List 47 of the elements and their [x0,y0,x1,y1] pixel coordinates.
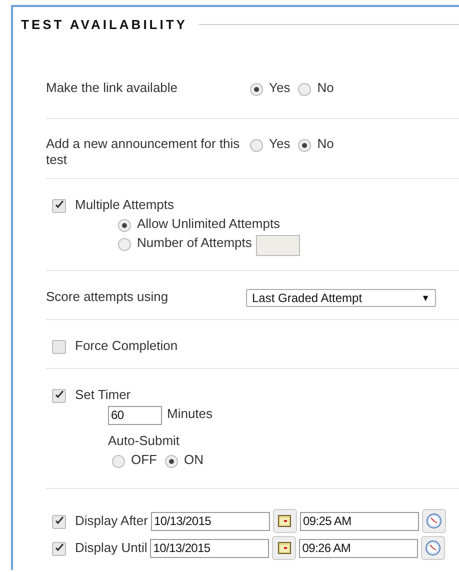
dropdown[interactable]: Last Graded Attempt ▼ [246,289,436,307]
calendar-button[interactable] [272,509,297,533]
option-label: Number of Attempts [137,235,252,251]
radio-button[interactable] [250,139,263,152]
time-field[interactable]: 09:26 AM [299,538,418,558]
time-field[interactable]: 09:25 AM [300,512,419,530]
auto-submit-label: Auto-Submit [108,433,181,449]
option-label: Yes [269,136,290,152]
option-label: No [317,80,334,96]
section-title: TEST AVAILABILITY [21,17,188,32]
field-label: Set Timer [75,387,131,403]
option-label: ON [184,452,204,468]
checkbox[interactable] [52,389,66,403]
calendar-icon [278,515,292,527]
option-label: No [317,136,334,152]
date-field[interactable]: 10/13/2015 [150,512,270,530]
clock-icon [425,540,442,556]
minutes-field[interactable]: 60 [108,406,162,425]
checkbox[interactable] [52,340,66,354]
calendar-button[interactable] [272,536,296,560]
clock-icon [426,513,442,529]
field-label: Display After [75,513,148,529]
checkbox[interactable] [52,515,66,529]
field-label: Make the link available [46,80,179,96]
date-field[interactable]: 10/13/2015 [150,538,270,558]
number-field[interactable] [256,235,300,256]
radio-button[interactable] [165,455,178,468]
radio-button[interactable] [298,83,312,96]
option-label: OFF [131,452,157,468]
option-label: Allow Unlimited Attempts [137,216,280,232]
unit-label: Minutes [167,406,213,422]
radio-button[interactable] [250,83,263,96]
field-label: Add a new announcement for this test [46,136,241,168]
radio-button[interactable] [118,238,131,251]
field-label: Score attempts using [46,289,170,305]
field-label: Multiple Attempts [75,197,174,213]
radio-button[interactable] [112,455,125,468]
calendar-icon [278,542,291,554]
clock-button[interactable] [421,536,446,560]
field-label: Force Completion [75,338,178,354]
option-label: Yes [269,80,290,96]
field-label: Display Until [75,540,148,556]
radio-button[interactable] [118,219,131,232]
checkbox[interactable] [52,199,66,213]
checkbox[interactable] [52,542,66,556]
clock-button[interactable] [422,509,446,533]
radio-button[interactable] [298,139,312,152]
